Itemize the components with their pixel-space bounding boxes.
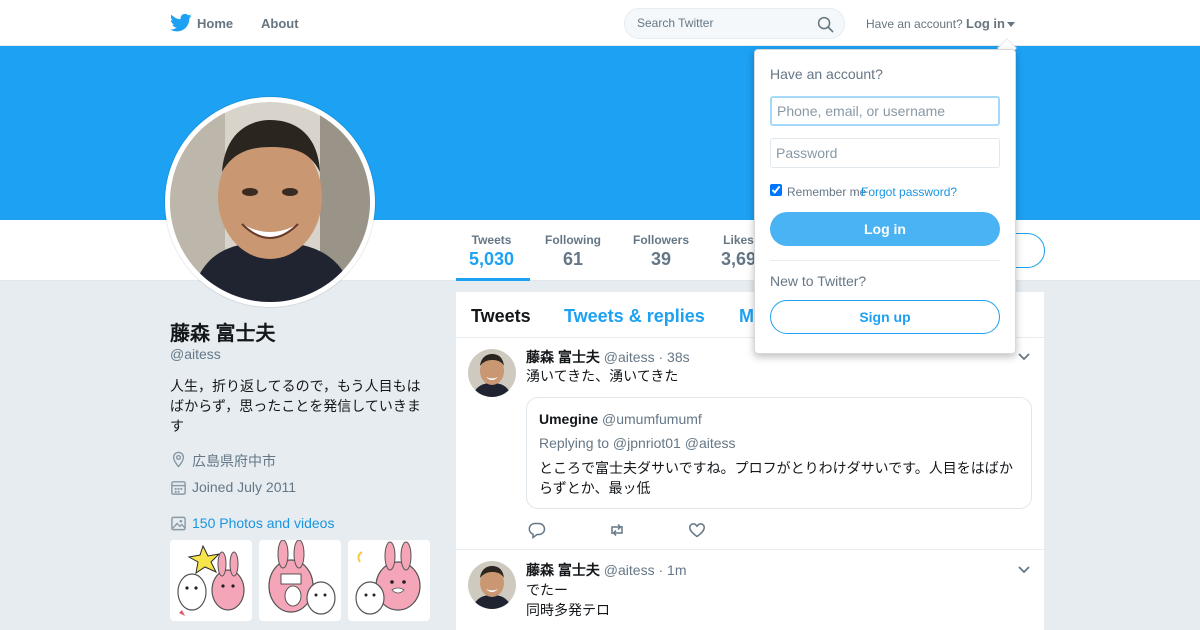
tab-tweets[interactable]: Tweets [471,306,531,327]
tweet-author-name[interactable]: 藤森 富士夫 [526,349,600,365]
stat-label: Following [545,233,601,247]
location-pin-icon [172,451,185,468]
dropdown-divider [770,260,1000,261]
stat-value: 39 [650,249,672,269]
quoted-replying-to: Replying to @jpnriot01 @aitess [539,435,736,451]
media-image [259,540,341,621]
stat-label: Likes [723,233,754,247]
media-image [348,540,430,621]
profile-avatar[interactable] [165,97,375,307]
stat-value: 5,030 [469,249,515,269]
profile-bio: 人生，折り返してるので，もう人目もはばからず，思ったことを発信していきます [170,378,421,434]
tweet-dot: · [658,349,664,365]
separator-dot: · [853,185,857,199]
tweet-author-handle[interactable]: @aitess [604,562,655,578]
tab-media[interactable]: M [739,306,754,327]
tweet-text-line-2: 同時多発テロ [526,602,610,618]
photos-videos-text[interactable]: 150 Photos and videos [192,515,334,531]
stat-value: 3,69 [721,249,757,269]
stat-tweets[interactable]: Tweets 5,030 [469,233,514,270]
profile-name[interactable]: 藤森 富士夫 [170,317,276,346]
tweet-header: 藤森 富士夫 @aitess · 38s [526,347,690,367]
stat-label: Tweets [471,233,512,247]
stat-likes[interactable]: Likes 3,69 [721,233,756,270]
chevron-down-icon[interactable] [1018,353,1030,361]
search-icon[interactable] [817,16,834,33]
forgot-password-link[interactable]: Forgot password? [861,185,957,199]
avatar-image [170,102,370,302]
media-thumbnail[interactable] [348,540,430,621]
quoted-tweet[interactable]: Umegine @umumfumumf Replying to @jpnriot… [526,397,1032,509]
nav-about-link[interactable]: About [261,16,299,31]
tweet[interactable]: 藤森 富士夫 @aitess · 38s 湧いてきた、湧いてきた Umegine… [456,338,1044,550]
tweet-avatar[interactable] [468,349,516,397]
quoted-author-handle: @umumfumumf [602,411,702,427]
password-field[interactable] [770,138,1000,168]
tweet-avatar[interactable] [468,561,516,609]
tweet-header: 藤森 富士夫 @aitess · 1m [526,560,686,580]
media-thumbnail[interactable] [259,540,341,621]
media-thumbnail[interactable] [170,540,252,621]
login-dropdown: Have an account? Remember me · Forgot pa… [754,49,1016,354]
search-input[interactable] [637,16,807,30]
photo-icon [171,516,186,531]
remember-me-checkbox[interactable] [770,184,782,196]
tweet[interactable]: 藤森 富士夫 @aitess · 1m でたー 同時多発テロ [456,550,1044,630]
stat-followers[interactable]: Followers 39 [633,233,689,270]
login-button[interactable]: Log in [770,212,1000,246]
reply-icon[interactable] [528,521,546,539]
retweet-icon[interactable] [608,521,626,539]
username-field[interactable] [770,96,1000,126]
profile-handle[interactable]: @aitess [170,346,221,362]
calendar-icon [171,481,186,495]
tweet-text: 湧いてきた、湧いてきた [526,368,679,384]
stat-value: 61 [562,249,584,269]
twitter-bird-icon[interactable] [170,13,192,33]
login-dropdown-toggle[interactable]: Log in [966,16,1005,31]
chevron-down-icon[interactable] [1018,566,1030,574]
search-box[interactable] [624,8,845,39]
joined-text: Joined July 2011 [192,479,297,495]
chevron-down-icon[interactable] [1007,22,1015,27]
avatar-image [468,561,516,609]
tweet-author-name[interactable]: 藤森 富士夫 [526,562,600,578]
dropdown-title: Have an account? [770,66,883,82]
nav-home-link[interactable]: Home [197,16,233,31]
signup-button[interactable]: Sign up [770,300,1000,334]
quoted-tweet-text: ところで富士夫ダサいですね。プロフがとりわけダサいです。人目をはばからずとか、最… [539,460,1014,496]
stat-label: Followers [633,233,690,247]
have-account-text: Have an account? [866,17,963,31]
tweet-dot: · [658,562,664,578]
quoted-author-name: Umegine [539,411,599,427]
tab-tweets-replies[interactable]: Tweets & replies [564,306,705,327]
stat-following[interactable]: Following 61 [545,233,601,270]
quoted-tweet-header: Umegine @umumfumumf [539,411,702,427]
new-to-twitter-text: New to Twitter? [770,273,867,289]
tweet-timestamp[interactable]: 38s [667,349,690,365]
active-stat-underline [456,278,530,281]
tweet-timestamp[interactable]: 1m [667,562,686,578]
avatar-image [468,349,516,397]
media-image [170,540,252,621]
tweet-text-line-1: でたー [526,582,568,598]
top-navigation: Home About Have an account? Log in [0,0,1200,46]
tweet-author-handle[interactable]: @aitess [604,349,655,365]
location-text: 広島県府中市 [192,453,276,469]
heart-icon[interactable] [688,521,706,539]
